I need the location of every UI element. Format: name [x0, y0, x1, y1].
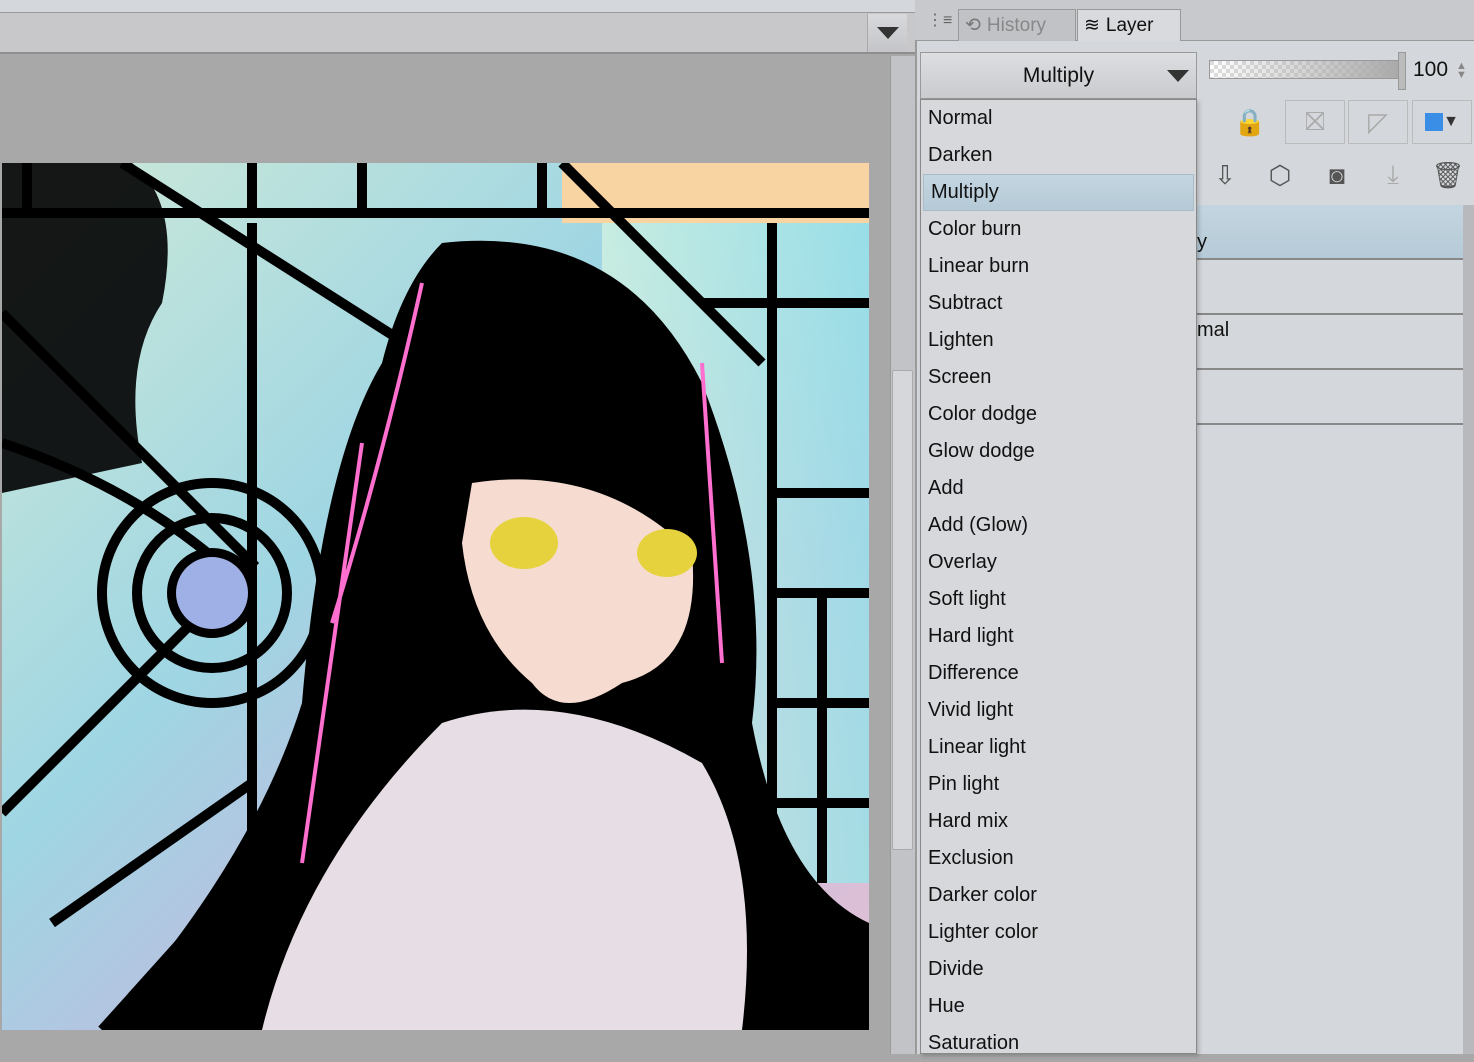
layer-color-button[interactable]: ▼ [1412, 100, 1472, 144]
scrollbar-thumb[interactable] [892, 370, 913, 850]
blend-mode-option[interactable]: Darker color [921, 877, 1196, 914]
chevron-down-icon [1167, 70, 1189, 82]
blend-mode-option[interactable]: Difference [921, 655, 1196, 692]
main-toolbar [0, 0, 915, 13]
opacity-spinner[interactable]: ▲ ▼ [1456, 61, 1467, 81]
blend-mode-option[interactable]: Lighten [921, 322, 1196, 359]
blend-mode-option[interactable]: Subtract [921, 285, 1196, 322]
layer-row[interactable] [1197, 260, 1463, 315]
layer-list-scrollbar[interactable] [1463, 205, 1474, 1054]
layer-color-swatch [1425, 113, 1444, 131]
blend-mode-option[interactable]: Vivid light [921, 692, 1196, 729]
canvas-artwork[interactable] [2, 163, 869, 1030]
layer-list: y mal [1197, 205, 1463, 1054]
opacity-value[interactable]: 100 [1413, 58, 1448, 82]
toolbar-dropdown-button[interactable] [867, 14, 907, 52]
tab-history-label: History [986, 14, 1047, 36]
blend-mode-value: Multiply [1022, 63, 1095, 87]
panel-menu-icon[interactable]: ⋮≡ [927, 10, 952, 30]
blend-mode-option[interactable]: Hard mix [921, 803, 1196, 840]
lock-transparent-icon[interactable]: 🔒 [1220, 100, 1280, 144]
blend-mode-option[interactable]: Divide [921, 951, 1196, 988]
blend-mode-option[interactable]: Glow dodge [921, 433, 1196, 470]
blend-mode-option[interactable]: Exclusion [921, 840, 1196, 877]
apply-mask-icon[interactable]: ⤓ [1363, 153, 1423, 197]
chevron-down-icon: ▼ [1443, 113, 1459, 130]
opacity-slider-handle[interactable] [1398, 52, 1406, 90]
blend-mode-option[interactable]: Add (Glow) [921, 507, 1196, 544]
tab-layer-label: Layer [1105, 14, 1154, 36]
tab-layer[interactable]: ≋ Layer [1077, 9, 1181, 41]
illustration [2, 163, 869, 1030]
blend-mode-option[interactable]: Linear burn [921, 248, 1196, 285]
blend-mode-option[interactable]: Saturation [921, 1025, 1196, 1062]
tab-history[interactable]: ⟲ History [958, 9, 1076, 41]
reference-layer-icon[interactable]: ⛝ [1285, 100, 1345, 144]
blend-mode-option[interactable]: Hard light [921, 618, 1196, 655]
blend-mode-option[interactable]: Hue [921, 988, 1196, 1025]
blend-mode-option[interactable]: Multiply [923, 174, 1194, 211]
blend-mode-option[interactable]: Lighter color [921, 914, 1196, 951]
blend-mode-option[interactable]: Normal [921, 100, 1196, 137]
blend-mode-option[interactable]: Soft light [921, 581, 1196, 618]
layer-row[interactable] [1197, 370, 1463, 425]
ruler-icon[interactable]: ◸ [1348, 100, 1408, 144]
blend-mode-dropdown[interactable]: Multiply [920, 52, 1197, 99]
layer-row-selected[interactable]: y [1197, 205, 1463, 260]
chevron-down-icon [877, 27, 899, 39]
layer-mode-label: mal [1197, 319, 1230, 341]
merge-visible-icon[interactable]: ⬡ [1250, 153, 1310, 197]
blend-mode-option[interactable]: Screen [921, 359, 1196, 396]
blend-mode-option[interactable]: Pin light [921, 766, 1196, 803]
blend-mode-option[interactable]: Color dodge [921, 396, 1196, 433]
blend-mode-option[interactable]: Add [921, 470, 1196, 507]
blend-mode-option[interactable]: Color burn [921, 211, 1196, 248]
history-icon: ⟲ [965, 15, 981, 36]
opacity-slider[interactable] [1209, 60, 1399, 79]
command-bar [0, 13, 915, 54]
blend-mode-option[interactable]: Linear light [921, 729, 1196, 766]
trash-icon[interactable]: 🗑 [1418, 153, 1474, 197]
blend-mode-menu: Normal Darken Multiply Color burn Linear bur… [920, 99, 1197, 1054]
layer-row[interactable]: mal [1197, 315, 1463, 370]
merge-down-icon[interactable]: ⇩ [1195, 153, 1255, 197]
layer-mode-label: y [1197, 231, 1207, 253]
layer-mask-icon[interactable]: ◙ [1307, 153, 1367, 197]
blend-mode-option[interactable]: Overlay [921, 544, 1196, 581]
blend-mode-option[interactable]: Darken [921, 137, 1196, 174]
layers-icon: ≋ [1084, 15, 1100, 36]
